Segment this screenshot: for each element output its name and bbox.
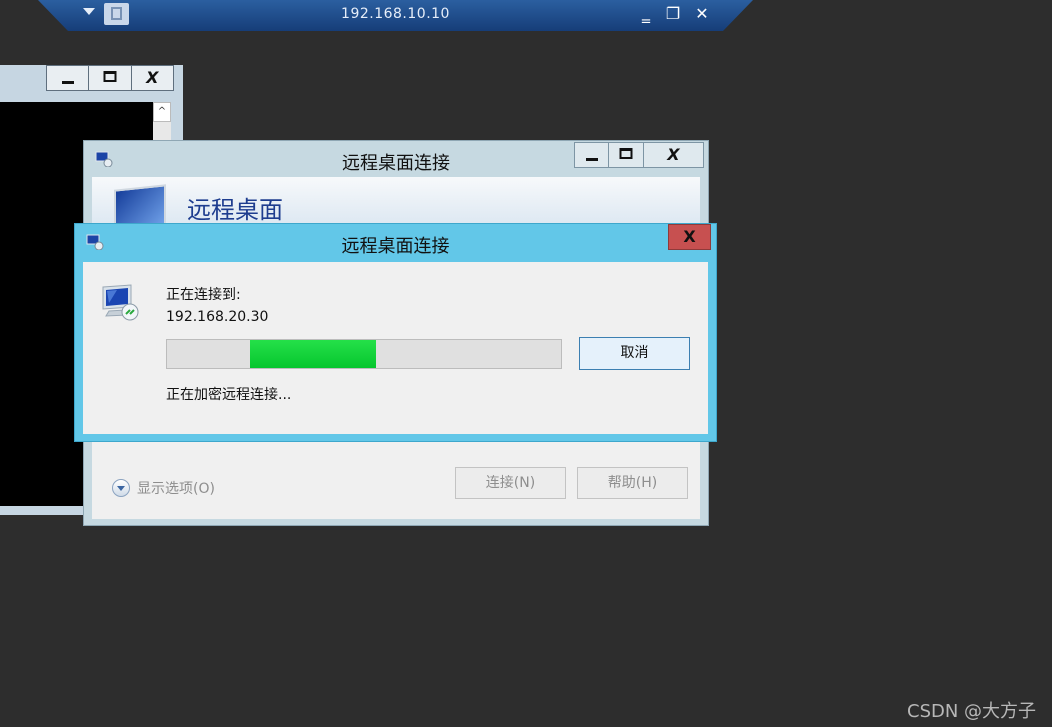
- cancel-button[interactable]: 取消: [579, 337, 690, 370]
- progress-fill: [249, 340, 376, 368]
- connecting-dialog-title: 远程桌面连接: [341, 236, 450, 257]
- minimize-icon: [61, 81, 74, 84]
- rdp-connection-bar: 192.168.10.10 ‗ ❐ ✕: [38, 0, 753, 31]
- remote-computer-icon: [102, 284, 139, 321]
- maximize-icon: [619, 148, 633, 159]
- close-button[interactable]: X: [644, 143, 703, 167]
- dialog-caption-buttons: X: [574, 142, 704, 168]
- connecting-dialog-body: 正在连接到: 192.168.20.30 正在加密远程连接... 取消: [83, 262, 708, 434]
- maximize-button[interactable]: [609, 143, 644, 167]
- close-button[interactable]: X: [668, 224, 711, 250]
- help-button[interactable]: 帮助(H): [577, 467, 688, 499]
- maximize-button[interactable]: [89, 66, 132, 90]
- target-ip: 192.168.20.30: [166, 309, 269, 325]
- connecting-label: 正在连接到:: [166, 287, 241, 303]
- show-options-label: 显示选项(O): [137, 481, 215, 497]
- connection-progress-bar: [166, 339, 562, 369]
- close-icon: X: [146, 68, 159, 87]
- background-window-caption-buttons: X: [46, 65, 174, 91]
- minimize-button[interactable]: [47, 66, 90, 90]
- status-text: 正在加密远程连接...: [166, 387, 292, 403]
- rdp-minimize-button[interactable]: ‗: [635, 3, 657, 25]
- chevron-down-icon: [112, 479, 130, 497]
- dialog-banner: 远程桌面: [92, 177, 700, 232]
- maximize-icon: [103, 71, 117, 82]
- rdp-close-button[interactable]: ✕: [691, 3, 713, 25]
- show-options-toggle[interactable]: 显示选项(O): [112, 478, 215, 498]
- banner-title: 远程桌面: [187, 196, 283, 224]
- connecting-dialog: 远程桌面连接 X 正在连接到: 192.168.20.30 正在加密远程连接..…: [74, 223, 717, 442]
- close-button[interactable]: X: [132, 66, 173, 90]
- connect-button[interactable]: 连接(N): [455, 467, 566, 499]
- minimize-button[interactable]: [575, 143, 610, 167]
- watermark: CSDN @大方子: [907, 701, 1037, 722]
- minimize-icon: [585, 158, 598, 161]
- scroll-up-button[interactable]: ^: [153, 102, 171, 122]
- rdp-restore-button[interactable]: ❐: [662, 3, 684, 25]
- close-icon: X: [667, 145, 680, 164]
